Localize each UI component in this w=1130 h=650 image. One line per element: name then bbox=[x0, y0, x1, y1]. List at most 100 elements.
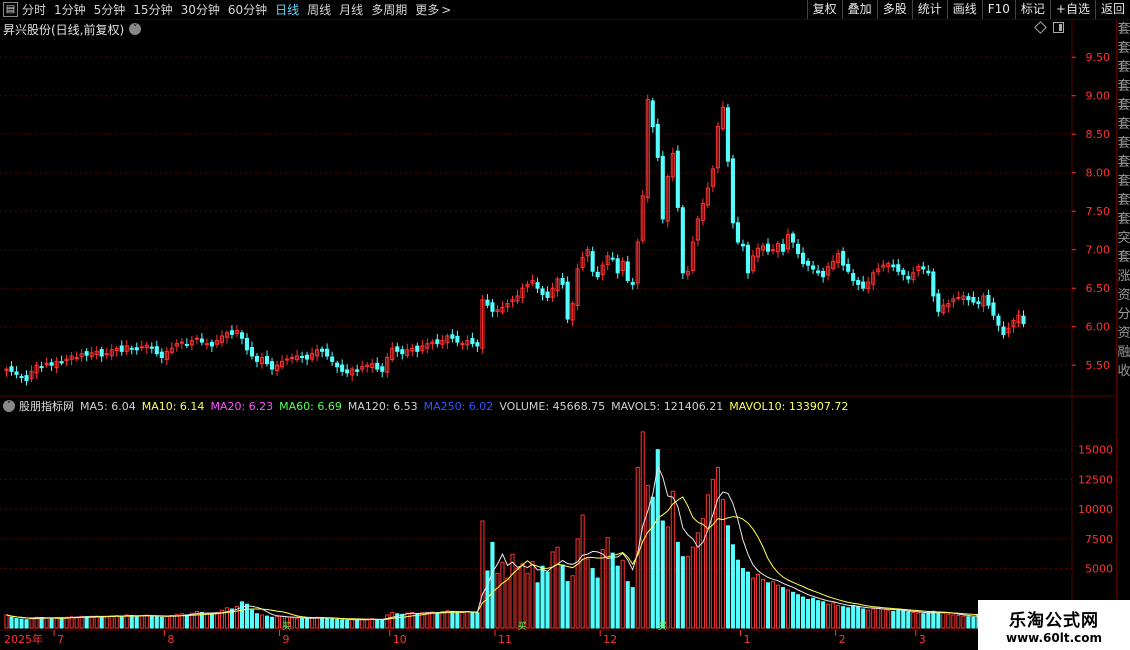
candle-body bbox=[14, 371, 19, 375]
volume-bar bbox=[129, 615, 134, 629]
candle-body bbox=[99, 349, 104, 357]
candle-body bbox=[921, 266, 926, 270]
volume-bar bbox=[24, 619, 29, 629]
volume-bar bbox=[174, 614, 179, 629]
candle-body bbox=[455, 335, 460, 343]
volume-bar bbox=[535, 582, 540, 629]
sidebar-char-7: 套 bbox=[1117, 155, 1130, 170]
candle-body bbox=[460, 343, 465, 346]
candle-body bbox=[540, 288, 545, 295]
volume-bar bbox=[610, 552, 615, 629]
volume-bar bbox=[79, 615, 84, 629]
candle-body bbox=[395, 346, 400, 352]
volume-bar bbox=[961, 615, 966, 629]
candle-body bbox=[450, 334, 455, 339]
candle-body bbox=[325, 348, 330, 357]
sidebar-char-4: 套 bbox=[1117, 98, 1130, 113]
volume-bar bbox=[530, 560, 535, 629]
volume-bar bbox=[891, 610, 896, 629]
candle-body bbox=[239, 332, 245, 339]
volume-bar bbox=[876, 607, 881, 629]
sidebar-char-5: 套 bbox=[1117, 117, 1130, 132]
volume-bar bbox=[335, 618, 340, 629]
volume-bar bbox=[770, 581, 776, 629]
volume-bar bbox=[831, 602, 836, 629]
candle-body bbox=[770, 249, 776, 252]
candle-body bbox=[796, 243, 801, 255]
volume-bar bbox=[14, 617, 19, 629]
volume-bar bbox=[340, 619, 345, 629]
volume-bar bbox=[435, 612, 440, 629]
volume-bar bbox=[856, 606, 861, 629]
volume-bar bbox=[390, 612, 395, 629]
candle-body bbox=[375, 362, 380, 370]
volume-bar bbox=[114, 615, 119, 629]
volume-bar bbox=[405, 612, 410, 629]
volume-bar bbox=[575, 538, 580, 629]
volume-bar bbox=[139, 615, 144, 629]
volume-bar bbox=[755, 574, 761, 629]
candle-body bbox=[119, 345, 124, 352]
volume-bar bbox=[901, 610, 906, 629]
candle-body bbox=[129, 347, 134, 350]
volume-bar bbox=[159, 616, 164, 629]
sidebar-char-8: 套 bbox=[1117, 174, 1130, 189]
sidebar-char-13: 涨 bbox=[1117, 269, 1130, 284]
candle-body bbox=[470, 338, 475, 345]
sidebar-char-3: 套 bbox=[1117, 79, 1130, 94]
volume-bar bbox=[665, 526, 670, 629]
sidebar-char-0: 套 bbox=[1117, 22, 1130, 37]
volume-bar bbox=[565, 581, 570, 629]
candle-body bbox=[290, 357, 295, 360]
volume-bar bbox=[625, 581, 630, 629]
candle-body bbox=[254, 355, 260, 362]
volume-bar bbox=[801, 596, 806, 629]
volume-bar bbox=[264, 615, 270, 629]
volume-bar bbox=[345, 619, 350, 629]
candle-body bbox=[811, 265, 816, 270]
candle-body bbox=[856, 280, 861, 285]
volume-bar bbox=[315, 616, 320, 629]
volume-bar bbox=[650, 496, 655, 629]
kline-chart[interactable]: 9.509.008.508.007.507.006.506.005.501500… bbox=[0, 0, 1116, 650]
candle-body bbox=[680, 207, 685, 274]
volume-bar bbox=[906, 611, 911, 629]
volume-bar bbox=[785, 589, 791, 629]
volume-bar bbox=[295, 617, 300, 629]
candle-body bbox=[1021, 315, 1026, 325]
candle-body bbox=[816, 270, 821, 274]
candle-body bbox=[806, 260, 811, 266]
candle-body bbox=[330, 356, 335, 362]
indicator-value-2: MA20: 6.23 bbox=[210, 399, 274, 413]
volume-tick-label: 5000 bbox=[1085, 563, 1113, 576]
volume-bar bbox=[164, 615, 169, 629]
volume-bar bbox=[921, 613, 926, 629]
watermark-name: 乐淘公式网 bbox=[1009, 610, 1099, 631]
info-sidebar[interactable]: 套套套套套套套套套套套突套涨资分资融收 bbox=[1116, 20, 1130, 630]
volume-bar bbox=[119, 615, 124, 629]
volume-bar bbox=[745, 571, 751, 629]
candle-body bbox=[400, 349, 405, 355]
candle-body bbox=[896, 264, 901, 272]
volume-bar bbox=[4, 614, 9, 629]
candle-body bbox=[475, 342, 480, 347]
indicator-values: MA5: 6.04 MA10: 6.14 MA20: 6.23 MA60: 6.69 M… bbox=[80, 400, 854, 413]
volume-bar bbox=[760, 578, 766, 629]
candle-body bbox=[269, 361, 275, 370]
candle-body bbox=[595, 271, 600, 278]
volume-bar bbox=[826, 603, 831, 629]
chevron-down-icon[interactable]: ˅ bbox=[3, 400, 15, 412]
volume-bar bbox=[956, 615, 961, 629]
candle-body bbox=[660, 156, 665, 220]
candle-body bbox=[204, 343, 209, 346]
volume-bar bbox=[330, 618, 335, 629]
date-tick-label: 7 bbox=[57, 633, 64, 646]
candle-body bbox=[610, 257, 615, 260]
volume-bar bbox=[44, 617, 49, 629]
candle-body bbox=[305, 354, 310, 360]
date-tick-label: 2025年 bbox=[4, 632, 43, 646]
candle-body bbox=[194, 337, 199, 340]
volume-bar bbox=[841, 606, 846, 629]
volume-bar bbox=[540, 565, 545, 629]
date-tick-label: 3 bbox=[919, 633, 926, 646]
